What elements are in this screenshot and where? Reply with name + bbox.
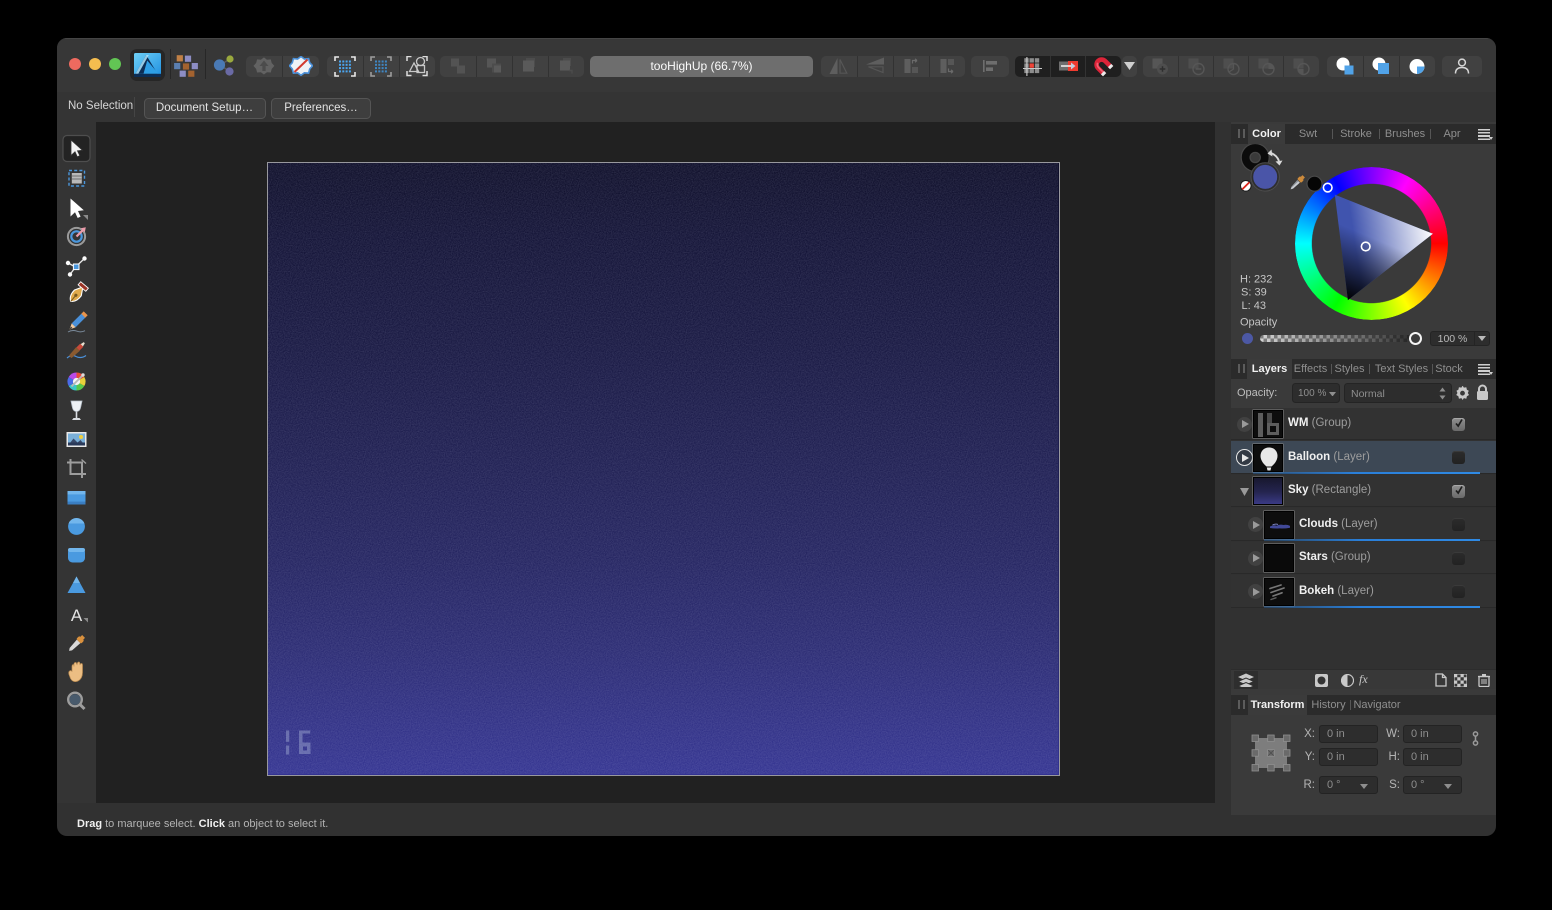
svg-text:H: 232: H: 232 <box>1240 274 1272 286</box>
svg-text:Opacity: Opacity <box>1240 317 1278 329</box>
svg-text:A: A <box>71 606 83 625</box>
svg-text:S: 39: S: 39 <box>1241 287 1267 299</box>
svg-text:L: 43: L: 43 <box>1242 300 1266 312</box>
